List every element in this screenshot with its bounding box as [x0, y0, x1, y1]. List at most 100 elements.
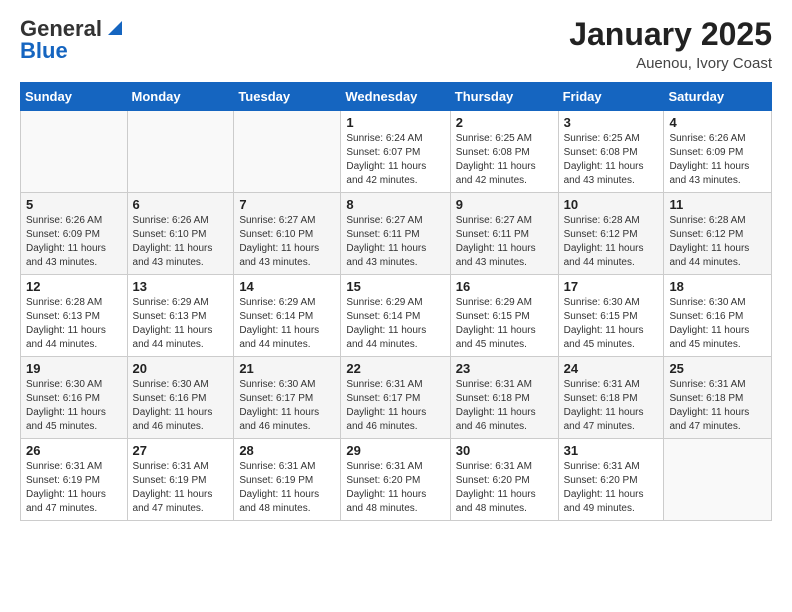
day-info: Sunrise: 6:25 AMSunset: 6:08 PMDaylight:…: [564, 132, 659, 188]
day-number: 27: [133, 443, 229, 458]
day-number: 6: [133, 197, 229, 212]
day-info: Sunrise: 6:28 AMSunset: 6:13 PMDaylight:…: [26, 296, 122, 352]
calendar-cell: 14Sunrise: 6:29 AMSunset: 6:14 PMDayligh…: [234, 275, 341, 357]
day-info: Sunrise: 6:29 AMSunset: 6:14 PMDaylight:…: [346, 296, 444, 352]
calendar-cell: [127, 111, 234, 193]
day-number: 1: [346, 115, 444, 130]
day-info: Sunrise: 6:26 AMSunset: 6:09 PMDaylight:…: [669, 132, 766, 188]
calendar-cell: 16 Sunrise: 6:29 AMSunset: 6:15 PMDayligh…: [450, 275, 558, 357]
day-info: Sunrise: 6:30 AMSunset: 6:16 PMDaylight:…: [133, 378, 229, 434]
day-number: 15: [346, 279, 444, 294]
day-number: 11: [669, 197, 766, 212]
day-info: Sunrise: 6:31 AMSunset: 6:17 PMDaylight:…: [346, 378, 444, 434]
logo: General Blue: [20, 16, 122, 64]
calendar-cell: 12 Sunrise: 6:28 AMSunset: 6:13 PMDayligh…: [21, 275, 128, 357]
calendar-cell: 17Sunrise: 6:30 AMSunset: 6:15 PMDayligh…: [558, 275, 664, 357]
day-number: 19: [26, 361, 122, 376]
calendar-cell: 11 Sunrise: 6:28 AMSunset: 6:12 PMDayligh…: [664, 193, 772, 275]
calendar-header-friday: Friday: [558, 83, 664, 111]
calendar-cell: 19 Sunrise: 6:30 AMSunset: 6:16 PMDayligh…: [21, 357, 128, 439]
day-number: 14: [239, 279, 335, 294]
day-number: 4: [669, 115, 766, 130]
header: General Blue January 2025 Auenou, Ivory …: [20, 16, 772, 72]
day-info: Sunrise: 6:28 AMSunset: 6:12 PMDaylight:…: [669, 214, 766, 270]
day-info: Sunrise: 6:30 AMSunset: 6:17 PMDaylight:…: [239, 378, 335, 434]
month-title: January 2025: [569, 16, 772, 53]
day-number: 25: [669, 361, 766, 376]
calendar: SundayMondayTuesdayWednesdayThursdayFrid…: [20, 82, 772, 521]
calendar-cell: 21 Sunrise: 6:30 AMSunset: 6:17 PMDayligh…: [234, 357, 341, 439]
location: Auenou, Ivory Coast: [569, 55, 772, 72]
day-info: Sunrise: 6:29 AMSunset: 6:15 PMDaylight:…: [456, 296, 553, 352]
day-number: 16: [456, 279, 553, 294]
calendar-cell: 9 Sunrise: 6:27 AMSunset: 6:11 PMDaylight…: [450, 193, 558, 275]
day-number: 21: [239, 361, 335, 376]
day-number: 18: [669, 279, 766, 294]
calendar-cell: 2Sunrise: 6:25 AMSunset: 6:08 PMDaylight…: [450, 111, 558, 193]
calendar-cell: 8 Sunrise: 6:27 AMSunset: 6:11 PMDaylight…: [341, 193, 450, 275]
calendar-cell: 7 Sunrise: 6:27 AMSunset: 6:10 PMDaylight…: [234, 193, 341, 275]
day-number: 12: [26, 279, 122, 294]
calendar-week-row: 5 Sunrise: 6:26 AMSunset: 6:09 PMDaylight…: [21, 193, 772, 275]
day-number: 9: [456, 197, 553, 212]
day-number: 24: [564, 361, 659, 376]
calendar-cell: 10Sunrise: 6:28 AMSunset: 6:12 PMDayligh…: [558, 193, 664, 275]
calendar-cell: 18 Sunrise: 6:30 AMSunset: 6:16 PMDayligh…: [664, 275, 772, 357]
calendar-cell: 31 Sunrise: 6:31 AMSunset: 6:20 PMDayligh…: [558, 439, 664, 521]
day-info: Sunrise: 6:27 AMSunset: 6:10 PMDaylight:…: [239, 214, 335, 270]
calendar-cell: [664, 439, 772, 521]
day-info: Sunrise: 6:31 AMSunset: 6:19 PMDaylight:…: [239, 460, 335, 516]
day-info: Sunrise: 6:26 AMSunset: 6:09 PMDaylight:…: [26, 214, 122, 270]
calendar-cell: 20 Sunrise: 6:30 AMSunset: 6:16 PMDayligh…: [127, 357, 234, 439]
calendar-cell: 25 Sunrise: 6:31 AMSunset: 6:18 PMDayligh…: [664, 357, 772, 439]
day-info: Sunrise: 6:31 AMSunset: 6:20 PMDaylight:…: [456, 460, 553, 516]
day-info: Sunrise: 6:31 AMSunset: 6:19 PMDaylight:…: [133, 460, 229, 516]
day-number: 5: [26, 197, 122, 212]
day-info: Sunrise: 6:30 AMSunset: 6:16 PMDaylight:…: [26, 378, 122, 434]
day-number: 28: [239, 443, 335, 458]
day-info: Sunrise: 6:27 AMSunset: 6:11 PMDaylight:…: [346, 214, 444, 270]
calendar-header-wednesday: Wednesday: [341, 83, 450, 111]
calendar-week-row: 19 Sunrise: 6:30 AMSunset: 6:16 PMDayligh…: [21, 357, 772, 439]
day-info: Sunrise: 6:31 AMSunset: 6:18 PMDaylight:…: [669, 378, 766, 434]
day-number: 22: [346, 361, 444, 376]
day-number: 30: [456, 443, 553, 458]
day-number: 31: [564, 443, 659, 458]
calendar-cell: 6 Sunrise: 6:26 AMSunset: 6:10 PMDaylight…: [127, 193, 234, 275]
calendar-cell: 24 Sunrise: 6:31 AMSunset: 6:18 PMDayligh…: [558, 357, 664, 439]
calendar-cell: 28 Sunrise: 6:31 AMSunset: 6:19 PMDayligh…: [234, 439, 341, 521]
day-number: 13: [133, 279, 229, 294]
day-number: 8: [346, 197, 444, 212]
day-info: Sunrise: 6:31 AMSunset: 6:18 PMDaylight:…: [456, 378, 553, 434]
calendar-header-row: SundayMondayTuesdayWednesdayThursdayFrid…: [21, 83, 772, 111]
calendar-cell: 15 Sunrise: 6:29 AMSunset: 6:14 PMDayligh…: [341, 275, 450, 357]
calendar-cell: 26Sunrise: 6:31 AMSunset: 6:19 PMDayligh…: [21, 439, 128, 521]
day-info: Sunrise: 6:31 AMSunset: 6:18 PMDaylight:…: [564, 378, 659, 434]
page: General Blue January 2025 Auenou, Ivory …: [0, 0, 792, 537]
calendar-header-monday: Monday: [127, 83, 234, 111]
calendar-week-row: 26 Sunrise: 6:31 AMSunset: 6:19 PMDayligh…: [21, 439, 772, 521]
calendar-header-saturday: Saturday: [664, 83, 772, 111]
calendar-cell: [234, 111, 341, 193]
day-number: 26: [26, 443, 122, 458]
title-area: January 2025 Auenou, Ivory Coast: [569, 16, 772, 72]
day-info: Sunrise: 6:26 AMSunset: 6:10 PMDaylight:…: [133, 214, 229, 270]
calendar-cell: 23Sunrise: 6:31 AMSunset: 6:18 PMDayligh…: [450, 357, 558, 439]
day-info: Sunrise: 6:27 AMSunset: 6:11 PMDaylight:…: [456, 214, 553, 270]
day-number: 20: [133, 361, 229, 376]
day-info: Sunrise: 6:30 AMSunset: 6:16 PMDaylight:…: [669, 296, 766, 352]
day-info: Sunrise: 6:31 AMSunset: 6:20 PMDaylight:…: [346, 460, 444, 516]
calendar-cell: 29 Sunrise: 6:31 AMSunset: 6:20 PMDayligh…: [341, 439, 450, 521]
day-number: 29: [346, 443, 444, 458]
logo-blue: Blue: [20, 38, 68, 64]
day-number: 7: [239, 197, 335, 212]
calendar-week-row: 1Sunrise: 6:24 AMSunset: 6:07 PMDaylight…: [21, 111, 772, 193]
day-info: Sunrise: 6:31 AMSunset: 6:20 PMDaylight:…: [564, 460, 659, 516]
calendar-header-sunday: Sunday: [21, 83, 128, 111]
calendar-cell: 4 Sunrise: 6:26 AMSunset: 6:09 PMDaylight…: [664, 111, 772, 193]
day-info: Sunrise: 6:28 AMSunset: 6:12 PMDaylight:…: [564, 214, 659, 270]
day-info: Sunrise: 6:29 AMSunset: 6:13 PMDaylight:…: [133, 296, 229, 352]
calendar-cell: 30 Sunrise: 6:31 AMSunset: 6:20 PMDayligh…: [450, 439, 558, 521]
day-number: 3: [564, 115, 659, 130]
calendar-cell: 1Sunrise: 6:24 AMSunset: 6:07 PMDaylight…: [341, 111, 450, 193]
